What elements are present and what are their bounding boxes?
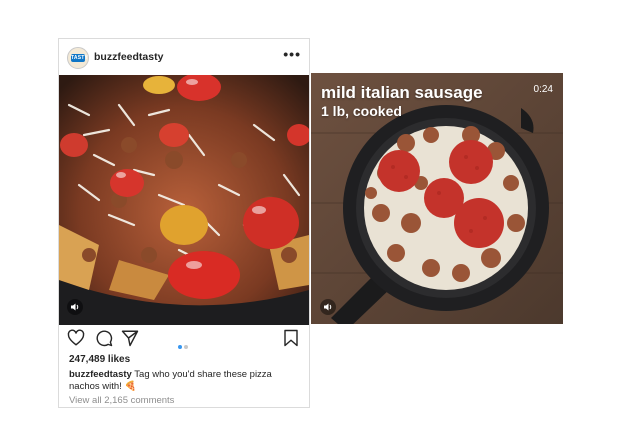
like-count[interactable]: 247,489 likes (69, 354, 130, 365)
caption-username[interactable]: buzzfeedtasty (69, 369, 132, 380)
speaker-icon[interactable] (320, 299, 336, 315)
post-actions (59, 329, 309, 351)
post-caption: buzzfeedtasty Tag who you'd share these … (69, 369, 301, 393)
pizza-nachos-photo (59, 75, 309, 325)
post-header: TASTY buzzfeedtasty ••• (59, 39, 309, 75)
send-icon[interactable] (121, 329, 139, 347)
view-comments-link[interactable]: View all 2,165 comments (69, 395, 174, 406)
bookmark-icon[interactable] (282, 329, 300, 347)
avatar-badge: TASTY (71, 54, 89, 62)
more-options-icon[interactable]: ••• (283, 47, 301, 61)
instagram-post-card: TASTY buzzfeedtasty ••• 247,489 likes bu… (58, 38, 310, 408)
carousel-dot (184, 345, 188, 349)
video-timestamp: 0:24 (533, 84, 553, 95)
video-ingredient-title: mild italian sausage (321, 83, 483, 102)
carousel-dot-active (178, 345, 182, 349)
heart-icon[interactable] (67, 329, 85, 347)
post-username[interactable]: buzzfeedtasty (94, 51, 163, 63)
speaker-icon[interactable] (67, 299, 83, 315)
post-media-image[interactable] (59, 75, 309, 325)
carousel-indicator (178, 336, 190, 354)
recipe-video-frame[interactable]: mild italian sausage 1 lb, cooked 0:24 (311, 73, 563, 324)
comment-icon[interactable] (95, 329, 113, 347)
avatar[interactable]: TASTY (67, 47, 89, 69)
video-ingredient-amount: 1 lb, cooked (321, 103, 402, 119)
